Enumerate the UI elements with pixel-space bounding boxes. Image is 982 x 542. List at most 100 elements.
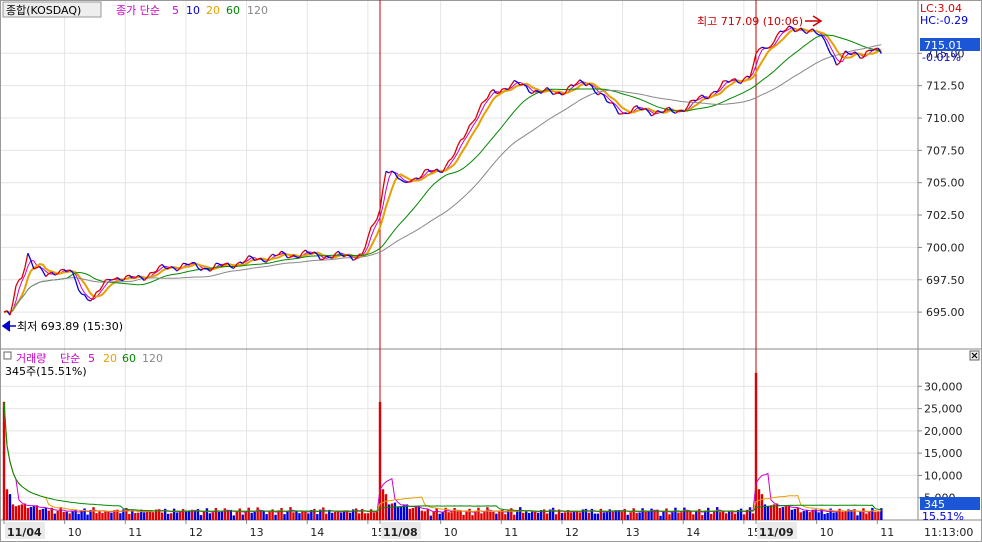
- volume-bar: [253, 511, 256, 520]
- price-segment: [690, 99, 694, 102]
- volume-bar: [256, 507, 259, 520]
- chart-canvas[interactable]: 695.00 697.50 700.00 702.50 705.00 707.50 710.…: [0, 0, 982, 542]
- ma60-label: 60: [226, 4, 240, 17]
- volume-bar: [629, 512, 632, 520]
- volume-bar: [471, 515, 474, 520]
- volume-bar: [86, 514, 89, 520]
- price-segment: [108, 278, 112, 281]
- volume-bar: [316, 514, 319, 520]
- volume-bar: [790, 509, 794, 520]
- price-segment: [111, 278, 115, 281]
- hour-label: 13: [250, 526, 264, 539]
- volume-bar: [844, 510, 847, 520]
- volume-bar: [716, 507, 719, 520]
- volume-bar: [692, 514, 695, 520]
- volume-bar: [626, 514, 629, 520]
- volume-bar: [38, 509, 42, 520]
- volume-bar: [184, 511, 188, 520]
- volume-bar: [5, 489, 9, 520]
- volume-bar: [44, 507, 47, 520]
- stock-chart[interactable]: 695.00 697.50 700.00 702.50 705.00 707.50 710.…: [0, 0, 982, 542]
- volume-bar: [525, 510, 528, 520]
- volume-bar: [268, 510, 271, 520]
- volume-bar: [530, 511, 534, 520]
- hour-label: 10: [444, 526, 458, 539]
- volume-bar: [513, 514, 516, 520]
- volume-bar: [340, 512, 343, 520]
- volume-bar: [232, 515, 235, 520]
- hour-label: 12: [189, 526, 203, 539]
- volume-bar: [778, 507, 782, 520]
- price-segment: [126, 274, 130, 277]
- volume-bar: [638, 512, 641, 520]
- volume-bar: [832, 512, 835, 520]
- volume-bar: [674, 507, 677, 520]
- volume-bar: [226, 511, 230, 520]
- ma120-label: 120: [247, 4, 268, 17]
- volume-bar: [596, 513, 600, 520]
- volume-bar: [614, 510, 617, 520]
- volume-bar: [748, 507, 752, 520]
- volume-bar: [632, 508, 635, 520]
- ma5-label: 5: [172, 4, 179, 17]
- vma120-label: 120: [142, 352, 163, 365]
- volume-bar: [280, 507, 283, 520]
- price-legend-prefix: 종가 단순: [116, 4, 160, 17]
- price-segment: [287, 256, 291, 259]
- price-segment: [535, 89, 539, 92]
- volume-bar: [205, 508, 209, 520]
- volume-bar: [62, 511, 65, 520]
- volume-bar: [859, 511, 862, 520]
- volume-bar: [727, 510, 731, 520]
- volume-bar: [641, 508, 644, 520]
- hour-label: 11: [504, 526, 518, 539]
- volume-title: 거래량: [16, 352, 46, 365]
- volume-bar: [149, 510, 152, 520]
- volume-bar: [519, 507, 522, 520]
- price-segment: [424, 168, 428, 171]
- volume-bar: [274, 514, 277, 520]
- volume-bar: [611, 511, 614, 520]
- price-segment: [81, 293, 85, 296]
- volume-bar: [862, 508, 865, 520]
- volume-bar: [250, 512, 253, 520]
- volume-bar: [620, 511, 623, 520]
- volume-bar: [802, 511, 805, 520]
- volume-bar: [441, 512, 444, 520]
- volume-bar: [498, 510, 501, 520]
- volume-bar: [865, 513, 868, 520]
- price-tick-label: 707.50: [926, 144, 965, 157]
- volume-bar: [522, 512, 525, 520]
- volume-bar: [146, 510, 149, 520]
- chart-background: [0, 0, 982, 542]
- price-segment: [818, 34, 822, 37]
- volume-bar: [128, 513, 131, 520]
- volume-bar: [677, 512, 680, 520]
- volume-bar: [402, 505, 406, 520]
- volume-bar: [298, 513, 301, 520]
- volume-bar: [152, 512, 155, 520]
- volume-bar: [701, 515, 704, 520]
- volume-bar: [560, 512, 564, 520]
- price-tick-label: 700.00: [926, 241, 965, 254]
- volume-bar: [683, 507, 686, 520]
- price-segment: [308, 252, 312, 255]
- volume-bar: [393, 502, 397, 520]
- low-note: 최저 693.89 (15:30): [17, 320, 123, 333]
- time-readout: 11:13:00: [924, 526, 973, 539]
- volume-bar: [599, 508, 603, 520]
- volume-bar: [545, 513, 549, 520]
- volume-bar: [172, 508, 176, 520]
- volume-bar: [137, 512, 140, 520]
- price-tick-label: 702.50: [926, 209, 965, 222]
- volume-tick-label: 15,000: [924, 447, 963, 460]
- volume-bar: [292, 512, 295, 520]
- volume-bar: [468, 508, 471, 520]
- price-segment: [794, 30, 798, 33]
- price-segment: [761, 46, 766, 49]
- volume-bar: [486, 507, 489, 520]
- volume-bar: [695, 510, 698, 520]
- ma20-label: 20: [206, 4, 220, 17]
- volume-bar: [417, 506, 420, 520]
- price-tick-label: 697.50: [926, 274, 965, 287]
